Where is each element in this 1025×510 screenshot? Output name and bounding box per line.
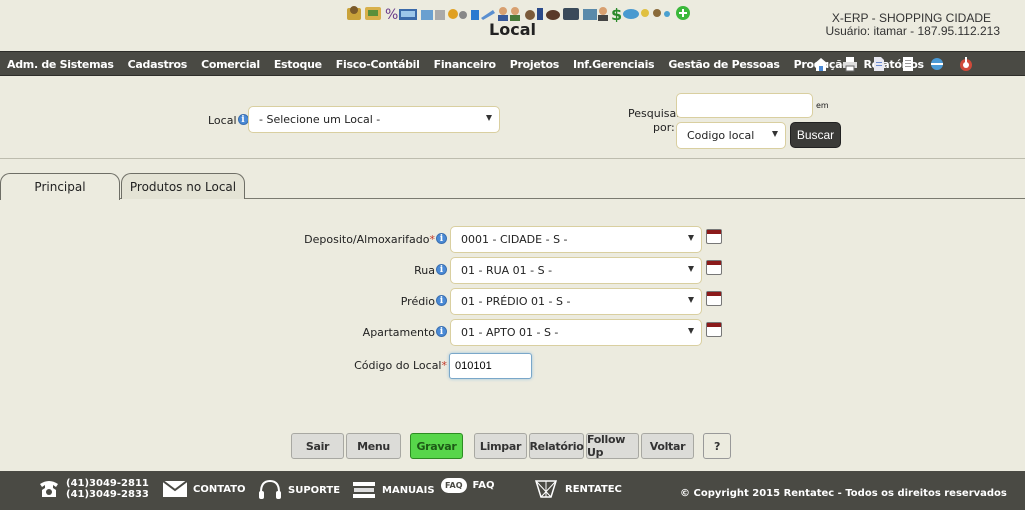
module-icon-4[interactable] [399,9,417,20]
rua-select[interactable]: 01 - RUA 01 - S - [450,257,702,284]
nav-financeiro[interactable]: Financeiro [427,58,503,71]
headset-icon [259,479,281,499]
calendar-icon[interactable] [706,260,722,275]
local-label: Local i [208,114,249,127]
rua-label: Rua i [300,264,447,277]
footer: (41)3049-2811 (41)3049-2833 CONTATO SUPO… [0,471,1025,510]
info-icon[interactable]: i [436,233,447,244]
copyright: © Copyright 2015 Rentatec - Todos os dir… [680,488,1007,499]
module-icon-2[interactable] [365,7,381,20]
required-mark: * [441,359,448,372]
nav-inf-gerenciais[interactable]: Inf.Gerenciais [566,58,661,71]
limpar-button[interactable]: Limpar [474,433,527,459]
voltar-button[interactable]: Voltar [641,433,694,459]
module-icon-6[interactable] [448,9,467,19]
deposito-label: Deposito/Almoxarifado* i [300,233,447,246]
nav-menu: Adm. de Sistemas Cadastros Comercial Est… [0,52,931,77]
info-icon[interactable]: i [436,326,447,337]
footer-phones: (41)3049-2811 (41)3049-2833 [38,478,149,500]
phone-1: (41)3049-2811 [66,478,149,489]
network-icon[interactable] [926,54,947,74]
buscar-button[interactable]: Buscar [790,122,841,148]
chevron-down-icon [688,266,694,272]
codigo-label: Código do Local* [354,359,448,372]
module-icon-1[interactable] [347,6,361,20]
predio-label: Prédio i [300,295,447,308]
sair-button[interactable]: Sair [291,433,344,459]
add-icon[interactable] [676,6,690,20]
tab-principal[interactable]: Principal [0,173,120,200]
local-select[interactable]: - Selecione um Local - [248,106,500,133]
print-icon[interactable] [839,54,860,74]
footer-manuais[interactable]: MANUAIS [352,480,435,500]
apartamento-select[interactable]: 01 - APTO 01 - S - [450,319,702,346]
phone-icon [40,481,58,497]
rentatec-logo-icon [534,480,558,498]
module-icon-8[interactable] [498,7,520,21]
calendar-icon[interactable] [706,229,722,244]
nav-estoque[interactable]: Estoque [267,58,329,71]
page-icon[interactable] [897,54,918,74]
nav-cadastros[interactable]: Cadastros [121,58,194,71]
nav-projetos[interactable]: Projetos [503,58,566,71]
nav-icons [810,54,976,74]
module-icon-9[interactable] [525,8,543,20]
module-icon-11[interactable] [583,7,608,21]
follow-up-button[interactable]: Follow Up [586,433,639,459]
document-icon[interactable] [868,54,889,74]
nav-fisco-contabil[interactable]: Fisco-Contábil [329,58,427,71]
header: % $ Local X-ERP - SHOPPING CIDADE Usuári… [0,0,1025,50]
module-icon-12[interactable] [623,9,649,19]
module-icon-7[interactable] [471,10,495,20]
nav-comercial[interactable]: Comercial [194,58,267,71]
codigo-local-input[interactable] [449,353,532,379]
pesquisar-input[interactable] [676,93,813,118]
nav-gestao-pessoas[interactable]: Gestão de Pessoas [661,58,786,71]
footer-rentatec[interactable]: RENTATEC [533,477,622,501]
books-icon [353,482,375,498]
chevron-down-icon [688,328,694,334]
tab-produtos-no-local[interactable]: Produtos no Local [121,173,245,199]
phone-2: (41)3049-2833 [66,489,149,500]
pesquisar-label: Pesquisar [628,107,681,120]
info-icon[interactable]: i [436,264,447,275]
logout-icon[interactable] [955,54,976,74]
footer-faq[interactable]: FAQ FAQ [441,478,494,493]
main-nav: Adm. de Sistemas Cadastros Comercial Est… [0,51,1025,76]
faq-icon: FAQ [441,478,467,493]
chevron-down-icon [772,131,778,137]
user-info: Usuário: itamar - 187.95.112.213 [825,24,1000,38]
module-icon-5[interactable] [421,10,445,20]
predio-select[interactable]: 01 - PRÉDIO 01 - S - [450,288,702,315]
deposito-select[interactable]: 0001 - CIDADE - S - [450,226,702,253]
info-icon[interactable]: i [237,114,249,125]
pesquisar-tipo-select[interactable]: Codigo local [676,122,786,149]
calendar-icon[interactable] [706,291,722,306]
required-mark: * [429,233,436,246]
relatorio-button[interactable]: Relatório [529,433,584,459]
system-name: X-ERP - SHOPPING CIDADE [831,11,991,25]
module-icon-10[interactable] [546,8,579,20]
module-icon-13[interactable] [653,9,670,17]
chevron-down-icon [486,115,492,121]
search-area: Local i - Selecione um Local - Pesquisar … [0,77,1025,159]
envelope-icon [163,481,187,497]
por-label: por: [653,121,675,134]
help-button[interactable]: ? [703,433,731,459]
chevron-down-icon [688,297,694,303]
nav-adm-sistemas[interactable]: Adm. de Sistemas [0,58,121,71]
footer-contato[interactable]: CONTATO [163,481,246,497]
footer-suporte[interactable]: SUPORTE [258,479,340,501]
gravar-button[interactable]: Gravar [410,433,463,459]
chevron-down-icon [688,235,694,241]
home-icon[interactable] [810,54,831,74]
apartamento-label: Apartamento i [300,326,447,339]
calendar-icon[interactable] [706,322,722,337]
em-label: em [816,101,829,110]
info-icon[interactable]: i [436,295,447,306]
menu-button[interactable]: Menu [346,433,401,459]
